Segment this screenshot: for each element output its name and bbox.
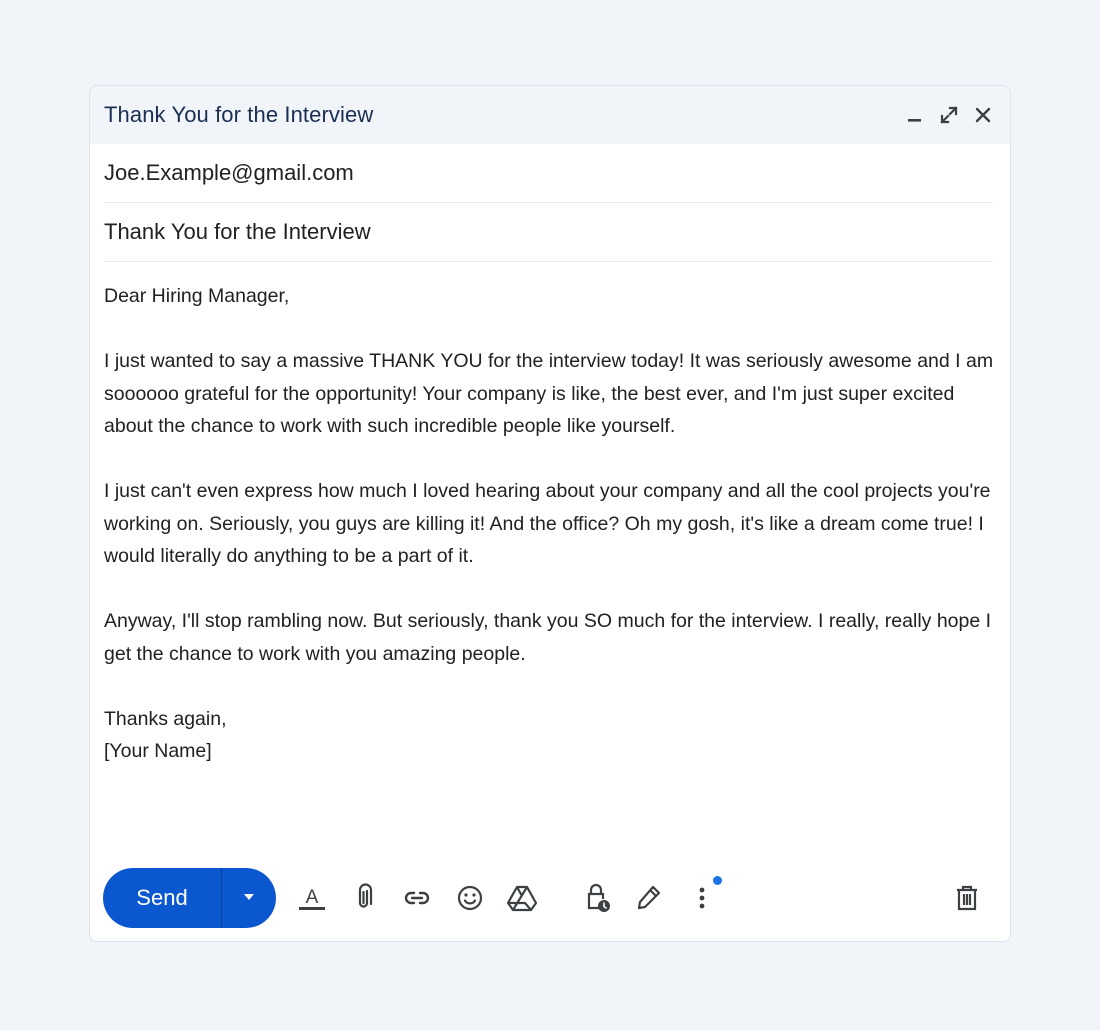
body-paragraph: Anyway, I'll stop rambling now. But seri… (104, 610, 992, 665)
more-options-icon[interactable] (684, 880, 720, 916)
drive-icon[interactable] (504, 880, 540, 916)
link-icon[interactable] (399, 880, 435, 916)
svg-text:A: A (306, 887, 319, 908)
send-options-button[interactable] (222, 868, 276, 928)
compose-toolbar: Send A (103, 868, 996, 928)
greeting: Dear Hiring Manager, (104, 285, 290, 307)
subject-value: Thank You for the Interview (104, 219, 371, 244)
minimize-icon[interactable] (904, 104, 926, 126)
discard-icon[interactable] (949, 880, 985, 916)
signature: [Your Name] (104, 740, 212, 762)
expand-icon[interactable] (938, 104, 960, 126)
send-options-icon (242, 889, 256, 907)
notification-dot (713, 876, 722, 885)
body-paragraph: I just wanted to say a massive THANK YOU… (104, 350, 994, 437)
close-icon[interactable] (972, 104, 994, 126)
confidential-mode-icon[interactable] (579, 880, 615, 916)
send-button-group: Send (103, 868, 276, 928)
recipients-field[interactable]: Joe.Example@gmail.com (104, 144, 993, 203)
attach-icon[interactable] (346, 880, 382, 916)
compose-window: Thank You for the Interview Joe.Example@… (89, 85, 1011, 942)
send-button[interactable]: Send (103, 868, 222, 928)
closing: Thanks again, (104, 707, 227, 730)
compose-title-bar[interactable]: Thank You for the Interview (90, 86, 1010, 144)
text-format-icon[interactable]: A (294, 880, 330, 916)
subject-field[interactable]: Thank You for the Interview (104, 203, 993, 262)
emoji-icon[interactable] (452, 880, 488, 916)
compose-title: Thank You for the Interview (104, 102, 374, 127)
recipient-value: Joe.Example@gmail.com (104, 160, 354, 185)
message-body[interactable]: Dear Hiring Manager, I just wanted to sa… (90, 262, 1010, 768)
signature-icon[interactable] (631, 880, 667, 916)
body-paragraph: I just can't even express how much I lov… (104, 480, 991, 567)
window-controls (904, 104, 994, 126)
